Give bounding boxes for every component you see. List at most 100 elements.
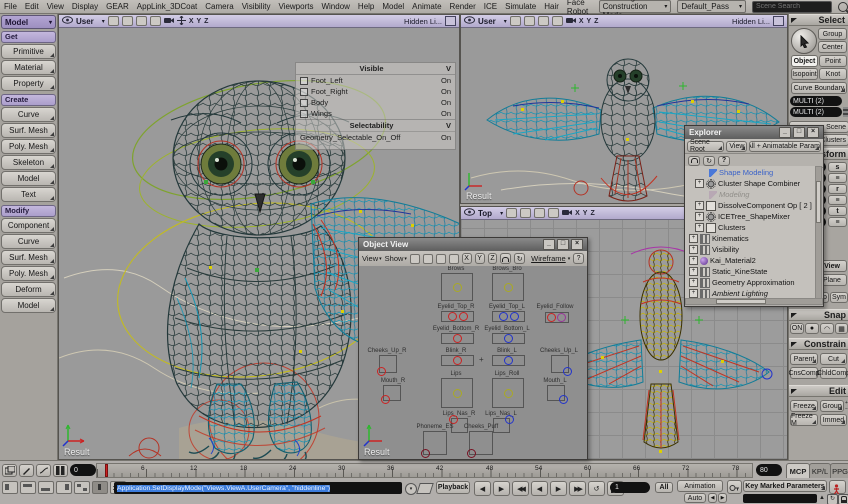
axis-y-button[interactable]: Y: [583, 210, 588, 217]
modify-curve-button[interactable]: Curve: [1, 234, 56, 249]
key-marked-parameters-button[interactable]: Key Marked Parameters: [743, 480, 827, 492]
lock-icon[interactable]: [500, 253, 511, 264]
modify-model-button[interactable]: Model: [1, 298, 56, 313]
end-frame-field[interactable]: 80: [756, 464, 782, 476]
select-object-button[interactable]: Object: [791, 55, 818, 67]
control-mouth-l[interactable]: [547, 385, 565, 401]
control-blink-l[interactable]: [492, 355, 525, 366]
memo-cam-1[interactable]: [108, 16, 119, 26]
explorer-view-button[interactable]: View: [726, 141, 747, 152]
resize-icon[interactable]: [445, 16, 456, 26]
control-eyelid-top-l[interactable]: [492, 311, 525, 322]
control-cheeks-up-l[interactable]: [551, 355, 569, 373]
menu-applink-3dcoat[interactable]: AppLink_3DCoat: [136, 2, 198, 11]
selection-tool-button[interactable]: [791, 28, 817, 54]
auto-key-button[interactable]: Auto: [684, 493, 706, 503]
edit-freeze-button[interactable]: Freeze: [790, 400, 818, 412]
expand-icon[interactable]: +: [695, 201, 704, 210]
start-frame-field[interactable]: 0: [70, 464, 96, 476]
memo-cam-2[interactable]: [122, 16, 133, 26]
memo-cam-3[interactable]: [538, 16, 549, 26]
menu-viewports[interactable]: Viewports: [277, 2, 314, 11]
snap-on-button[interactable]: ON: [790, 323, 804, 334]
overlay-row-value[interactable]: On: [441, 87, 451, 96]
tab-mcp[interactable]: MCP: [786, 463, 810, 478]
toolbar-mode-dropdown[interactable]: Model ▾: [1, 15, 56, 29]
lock-icon[interactable]: [688, 156, 700, 166]
curve-boundary-button[interactable]: Curve Boundary: [791, 82, 847, 94]
overlay-row-value[interactable]: On: [441, 76, 451, 85]
edit-immed-button[interactable]: Immed: [820, 414, 847, 426]
snap-point-icon[interactable]: ●: [805, 323, 819, 334]
eye-icon[interactable]: [464, 16, 475, 26]
pan-icon[interactable]: [177, 16, 186, 27]
object-view-canvas[interactable]: Brows Brows_Bro Eyelid_Top_R Eyelid_Top_…: [359, 266, 587, 459]
checkbox-icon[interactable]: [300, 99, 308, 107]
frame-back-icon[interactable]: ◀: [474, 481, 491, 496]
refresh-icon[interactable]: ↻: [514, 253, 525, 264]
tree-item-clusters[interactable]: +Clusters: [687, 222, 816, 233]
viewport-b-camera-dropdown[interactable]: User▾: [478, 17, 507, 26]
control-mouth-r[interactable]: [383, 385, 401, 401]
clear-command-icon[interactable]: [416, 483, 434, 494]
constrain-cut-button[interactable]: Cut: [820, 353, 847, 365]
menu-hair[interactable]: Hair: [543, 2, 560, 11]
create-poly-mesh-button[interactable]: Poly. Mesh: [1, 139, 56, 154]
select-group-button[interactable]: Group: [818, 28, 847, 40]
layout-preset-4[interactable]: [56, 481, 72, 494]
layout-preset-6[interactable]: [92, 481, 108, 494]
tree-item-icetree-shapemixer[interactable]: +ICETree_ShapeMixer: [687, 211, 816, 222]
menu-edit[interactable]: Edit: [24, 2, 40, 11]
previous-key-icon[interactable]: ◀: [531, 481, 548, 496]
axis-x-button[interactable]: X: [189, 18, 194, 25]
cnscomp-button[interactable]: CnsComp: [790, 367, 818, 379]
select-point-button[interactable]: Point: [819, 55, 847, 67]
axis-z-button[interactable]: Z: [488, 253, 498, 264]
curve-icon[interactable]: [36, 464, 51, 477]
camera-icon[interactable]: [566, 16, 576, 26]
menu-simulate[interactable]: Simulate: [504, 2, 537, 11]
snap-grid-icon[interactable]: ▦: [835, 323, 848, 334]
tree-item-dissolvecomponent[interactable]: +DissolveComponent Op [ 2 ]: [687, 200, 816, 211]
checkbox-icon[interactable]: [300, 88, 308, 96]
control-blink-r[interactable]: [441, 355, 474, 366]
construction-mode-dropdown[interactable]: Modeling Construction Mode ▾: [599, 0, 672, 13]
axis-y-button[interactable]: Y: [196, 18, 201, 25]
object-view-titlebar[interactable]: Object View _ □ ×: [359, 238, 587, 251]
select-isopoint-button[interactable]: Isopoint: [791, 68, 818, 80]
scale-menu-icon[interactable]: ≡: [828, 173, 847, 183]
tab-ppg[interactable]: PPG: [830, 463, 848, 478]
tree-item-kinematics[interactable]: +Kinematics: [687, 233, 816, 244]
tree-item-visibility[interactable]: +Visibility: [687, 244, 816, 255]
layout-preset-3[interactable]: [38, 481, 54, 494]
axis-z-button[interactable]: Z: [594, 18, 598, 25]
current-frame-field[interactable]: 1: [610, 482, 650, 493]
eye-icon[interactable]: [62, 16, 73, 26]
tree-item-shape-modeling[interactable]: Shape Modeling: [687, 167, 816, 178]
key-icon[interactable]: [727, 480, 742, 494]
eye-icon[interactable]: [464, 208, 475, 218]
viewport-a-display-mode-dropdown[interactable]: Hidden Li...: [404, 17, 442, 26]
select-knot-button[interactable]: Knot: [819, 68, 847, 80]
object-view-display-mode-dropdown[interactable]: Wireframe▾: [531, 254, 570, 263]
selection-filter-field-2[interactable]: MULTI (2): [790, 107, 842, 117]
select-center-button[interactable]: Center: [818, 41, 847, 53]
modify-deform-button[interactable]: Deform: [1, 282, 56, 297]
menu-camera[interactable]: Camera: [204, 2, 234, 11]
expand-icon[interactable]: +: [689, 278, 698, 287]
expand-icon[interactable]: +: [695, 212, 704, 221]
object-view-view-menu[interactable]: View▾: [362, 254, 382, 263]
constrain-section-header[interactable]: Constrain: [789, 338, 848, 350]
memo-cam-4[interactable]: [449, 254, 459, 264]
filter-stack-icon[interactable]: [843, 107, 848, 117]
character-icon[interactable]: [829, 480, 846, 494]
create-text-button[interactable]: Text: [1, 187, 56, 202]
edit-freeze-m-button[interactable]: Freeze M: [790, 414, 818, 426]
pass-dropdown[interactable]: Default_Pass ▾: [677, 0, 746, 13]
memo-cam-2[interactable]: [520, 208, 531, 218]
control-lips[interactable]: [441, 378, 473, 408]
layout-preset-1[interactable]: [2, 481, 18, 494]
minimize-icon[interactable]: _: [779, 127, 791, 138]
explorer-vscrollbar[interactable]: [815, 166, 822, 299]
maximize-icon[interactable]: □: [793, 127, 805, 138]
